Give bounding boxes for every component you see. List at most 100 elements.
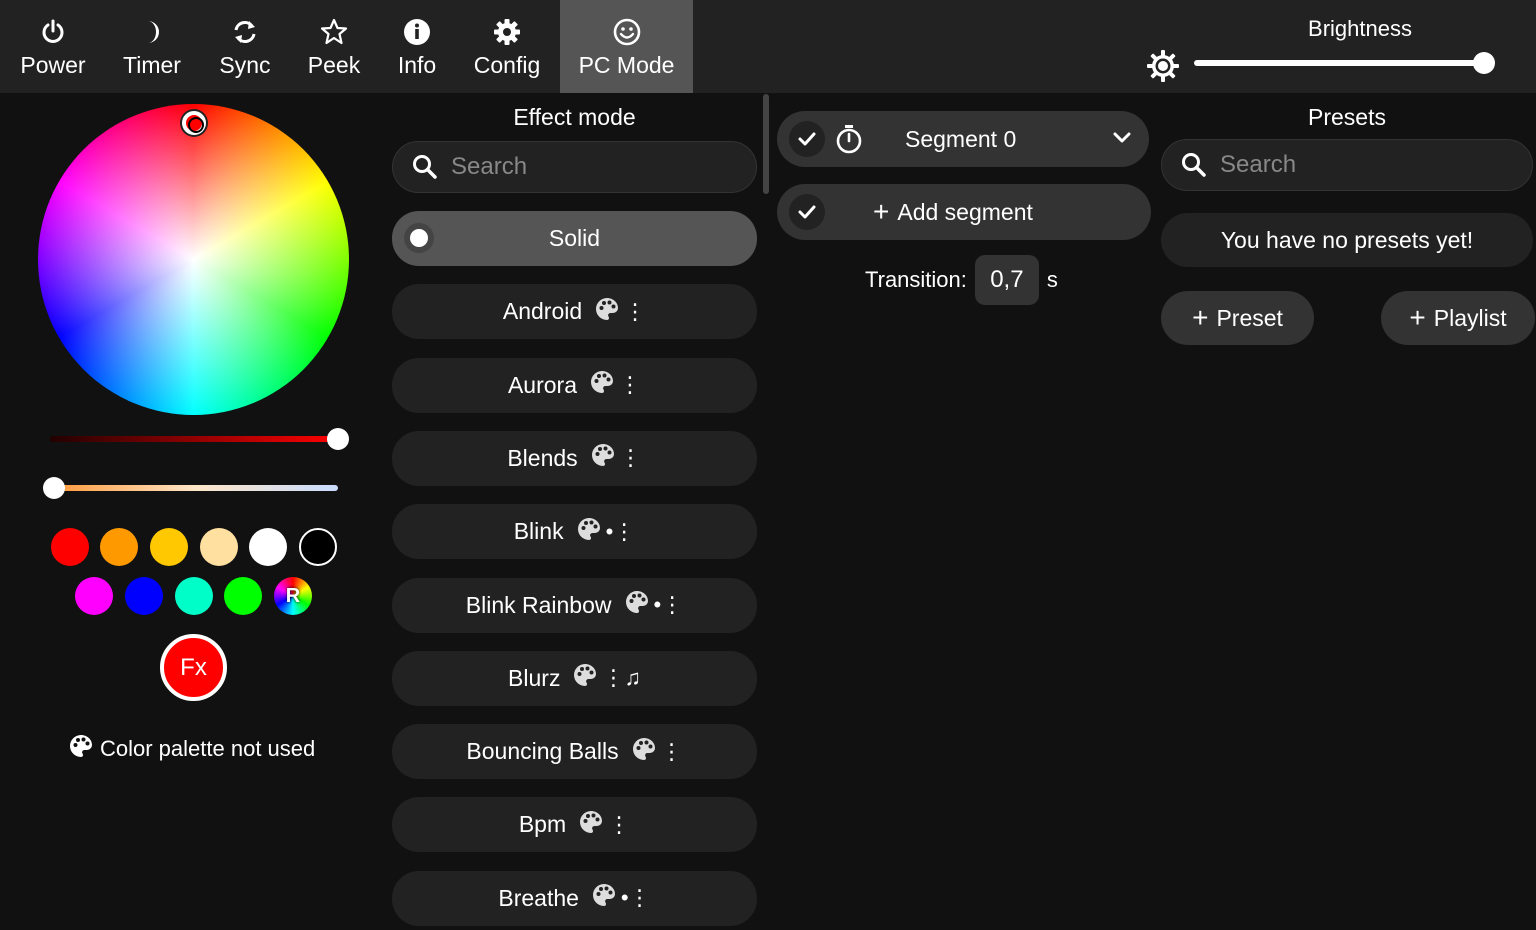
color-brightness-slider[interactable] — [50, 436, 338, 442]
no-presets-message: You have no presets yet! — [1161, 213, 1533, 267]
transition-value: 0,7 — [990, 266, 1024, 293]
effect-radio-indicator — [404, 223, 434, 253]
transition-unit: s — [1046, 267, 1058, 292]
plus-icon: + — [1409, 302, 1426, 333]
search-icon — [411, 153, 439, 181]
nav-peek-button[interactable]: Peek — [294, 0, 374, 93]
effect-item[interactable]: Blends ⋮ — [392, 430, 757, 486]
effect-item[interactable]: Aurora ⋮ — [392, 357, 757, 413]
color-swatch[interactable] — [125, 577, 163, 615]
effect-search-field[interactable]: Search — [392, 141, 757, 193]
segment-select-checkbox[interactable] — [789, 121, 825, 157]
plus-icon: + — [873, 196, 890, 227]
preset-search-placeholder: Search — [1220, 151, 1297, 178]
palette-icon — [594, 296, 620, 328]
palette-icon — [590, 442, 616, 474]
effect-name: Bpm — [518, 811, 567, 838]
nav-sync-button[interactable]: Sync — [202, 0, 288, 93]
effect-flag-glyphs: ⋮♫ — [602, 665, 641, 691]
palette-icon — [576, 516, 602, 548]
nav-timer-button[interactable]: Timer — [108, 0, 196, 93]
white-balance-slider[interactable] — [54, 485, 338, 491]
effect-name: Aurora — [507, 371, 578, 398]
brightness-slider-handle[interactable] — [1473, 52, 1495, 74]
star-icon — [320, 18, 348, 46]
add-preset-label: Preset — [1216, 304, 1283, 331]
effect-name: Solid — [548, 225, 601, 251]
random-color-button[interactable]: R — [274, 577, 312, 615]
effect-item[interactable]: Bouncing Balls ⋮ — [392, 724, 757, 780]
effect-item[interactable]: Blurz ⋮♫ — [392, 650, 757, 706]
random-color-label: R — [285, 584, 301, 607]
effect-item[interactable]: Blink •⋮ — [392, 504, 757, 560]
palette-icon — [572, 662, 598, 694]
nav-info-button[interactable]: Info — [382, 0, 452, 93]
add-playlist-button[interactable]: + Playlist — [1381, 291, 1535, 345]
effect-item[interactable]: Bpm ⋮ — [392, 797, 757, 853]
plus-icon: + — [1192, 302, 1209, 333]
palette-note-text: Color palette not used — [100, 736, 316, 761]
fx-label: Fx — [180, 653, 207, 681]
brightness-slider-track[interactable] — [1194, 60, 1484, 66]
color-swatch[interactable] — [51, 528, 89, 566]
all-segments-checkbox[interactable] — [789, 194, 825, 230]
transition-row: Transition: 0,7 s — [865, 255, 1058, 305]
color-swatch[interactable] — [75, 577, 113, 615]
fx-button[interactable]: Fx — [160, 634, 227, 701]
color-swatch[interactable] — [100, 528, 138, 566]
nav-power-button[interactable]: Power — [6, 0, 100, 93]
palette-icon — [591, 882, 617, 914]
nav-label: Peek — [307, 52, 361, 78]
effect-item[interactable]: Android ⋮ — [392, 284, 757, 340]
power-icon — [39, 18, 67, 46]
brightness-sun-icon — [1146, 49, 1180, 83]
effect-flags: ⋮ — [589, 369, 641, 401]
color-swatch[interactable] — [150, 528, 188, 566]
effect-mode-title: Effect mode — [513, 104, 636, 130]
color-swatch[interactable] — [299, 528, 337, 566]
effect-flag-glyphs: •⋮ — [653, 592, 684, 617]
effect-flags: •⋮ — [576, 516, 635, 548]
effect-flags: ⋮♫ — [572, 662, 641, 694]
color-swatch[interactable] — [200, 528, 238, 566]
nav-label: Sync — [219, 52, 271, 78]
color-wheel-picker[interactable] — [182, 111, 206, 135]
white-balance-handle[interactable] — [43, 477, 65, 499]
effect-flag-glyphs: ⋮ — [619, 445, 642, 471]
info-icon — [403, 18, 431, 46]
effect-item[interactable]: Breathe •⋮ — [392, 870, 757, 926]
add-segment-button[interactable]: + Add segment — [777, 184, 1151, 240]
effect-flags: ⋮ — [578, 809, 630, 841]
effect-name: Bouncing Balls — [466, 738, 619, 765]
effect-item[interactable]: Solid — [392, 211, 757, 266]
effect-flag-glyphs: ⋮ — [608, 811, 631, 837]
effect-flags: ⋮ — [590, 442, 642, 474]
palette-icon — [589, 369, 615, 401]
effect-flag-glyphs: ⋮ — [624, 298, 647, 324]
add-segment-label-wrap: + Add segment — [873, 198, 1033, 226]
chevron-down-icon[interactable] — [1113, 131, 1131, 150]
smiley-icon — [613, 18, 641, 46]
color-swatch[interactable] — [224, 577, 262, 615]
preset-search-field[interactable]: Search — [1161, 139, 1533, 191]
transition-input[interactable]: 0,7 — [974, 255, 1039, 305]
effect-search-placeholder: Search — [451, 153, 528, 180]
brightness-label: Brightness — [1308, 16, 1412, 41]
segment-0-row[interactable]: Segment 0 — [777, 111, 1149, 167]
color-swatch[interactable] — [249, 528, 287, 566]
effect-name: Blurz — [508, 664, 561, 691]
effect-name: Android — [502, 298, 583, 325]
color-brightness-handle[interactable] — [327, 428, 349, 450]
effect-item[interactable]: Blink Rainbow •⋮ — [392, 577, 757, 633]
palette-icon — [578, 809, 604, 841]
nav-config-button[interactable]: Config — [460, 0, 554, 93]
effect-list-scrollbar[interactable] — [763, 94, 769, 194]
nav-pc-mode-button[interactable]: PC Mode — [560, 0, 693, 93]
effect-flags: ⋮ — [594, 296, 646, 328]
color-wheel[interactable] — [38, 104, 349, 415]
add-preset-button[interactable]: + Preset — [1161, 291, 1314, 345]
check-icon — [798, 132, 816, 146]
palette-note: Color palette not used — [68, 733, 315, 765]
color-swatch[interactable] — [175, 577, 213, 615]
stopwatch-icon[interactable] — [835, 124, 863, 159]
